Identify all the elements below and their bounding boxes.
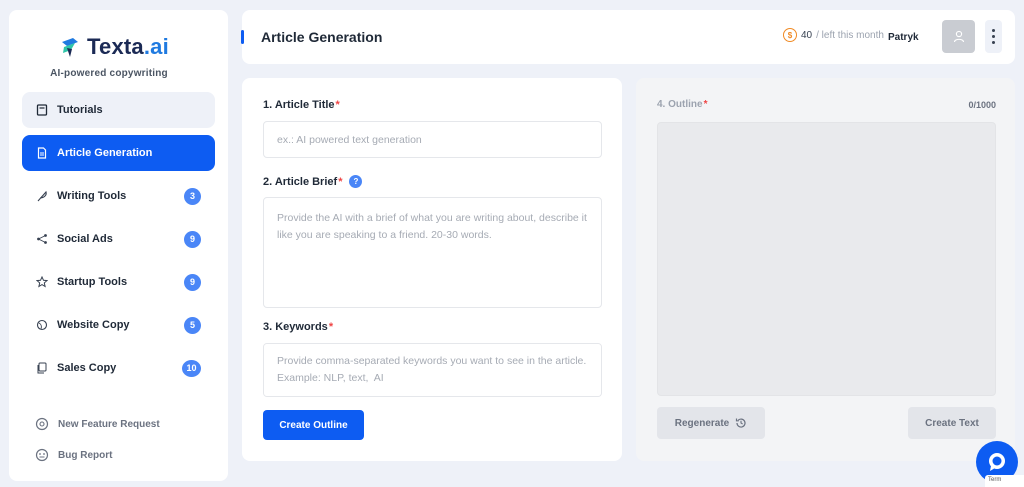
share-icon — [36, 233, 48, 245]
sidebar-item-label: Writing Tools — [57, 190, 127, 202]
sidebar-item-label: Article Generation — [57, 147, 153, 159]
credits-count: 40 — [801, 29, 813, 41]
outline-label: 4. Outline* — [657, 99, 708, 110]
lightbulb-icon — [35, 417, 49, 431]
article-form: 1. Article Title* 2. Article Brief* ? 3.… — [242, 78, 622, 461]
bug-report-label: Bug Report — [58, 449, 113, 461]
sidebar: Texta.ai AI-powered copywriting Tutorial… — [9, 10, 228, 481]
sidebar-item-label: Website Copy — [57, 319, 130, 331]
new-feature-request-link[interactable]: New Feature Request — [35, 417, 160, 431]
top-header: Article Generation $ 40 / left this mont… — [241, 10, 1015, 64]
chat-bubble-icon — [989, 453, 1005, 471]
feather-icon — [36, 190, 48, 202]
sidebar-item-sales-copy[interactable]: Sales Copy 10 — [22, 350, 215, 386]
create-outline-button[interactable]: Create Outline — [263, 410, 364, 440]
sidebar-nav: Tutorials Article Generation Writing Too… — [22, 92, 215, 393]
article-brief-label: 2. Article Brief * ? — [263, 175, 363, 188]
more-options-icon[interactable] — [985, 20, 1002, 53]
count-badge: 10 — [182, 359, 201, 377]
tagline: AI-powered copywriting — [50, 68, 168, 79]
terms-link[interactable]: Term — [985, 475, 1024, 487]
sidebar-item-social-ads[interactable]: Social Ads 9 — [22, 221, 215, 257]
outline-panel: 4. Outline* 0/1000 Regenerate Create Tex… — [636, 78, 1015, 461]
logo-text: Texta.ai — [87, 34, 169, 59]
count-badge: 9 — [184, 230, 201, 248]
sidebar-item-tutorials[interactable]: Tutorials — [22, 92, 215, 128]
count-badge: 3 — [184, 187, 201, 205]
logo[interactable]: Texta.ai — [59, 34, 169, 60]
article-title-input[interactable] — [263, 121, 602, 158]
user-icon — [953, 30, 964, 43]
regenerate-button[interactable]: Regenerate — [657, 407, 765, 439]
keywords-label: 3. Keywords * — [263, 321, 334, 333]
texta-logo-icon — [59, 36, 81, 58]
sidebar-item-label: Social Ads — [57, 233, 113, 245]
credits-text: / left this month — [816, 29, 884, 41]
keywords-textarea[interactable] — [263, 343, 602, 397]
sidebar-item-label: Sales Copy — [57, 362, 117, 374]
article-brief-textarea[interactable] — [263, 197, 602, 308]
book-icon — [36, 104, 48, 116]
avatar[interactable] — [942, 20, 975, 53]
globe-icon — [36, 319, 48, 331]
bug-report-link[interactable]: Bug Report — [35, 448, 112, 462]
sidebar-item-article-generation[interactable]: Article Generation — [22, 135, 215, 171]
sidebar-item-startup-tools[interactable]: Startup Tools 9 — [22, 264, 215, 300]
sidebar-item-label: Tutorials — [57, 104, 103, 116]
outline-textarea[interactable] — [657, 122, 996, 396]
count-badge: 9 — [184, 273, 201, 291]
regenerate-label: Regenerate — [674, 417, 730, 429]
sidebar-item-writing-tools[interactable]: Writing Tools 3 — [22, 178, 215, 214]
create-text-button[interactable]: Create Text — [908, 407, 996, 439]
bug-icon — [35, 448, 49, 462]
copy-icon — [36, 362, 48, 374]
sidebar-item-label: Startup Tools — [57, 276, 128, 288]
feature-request-label: New Feature Request — [58, 418, 160, 430]
help-icon[interactable]: ? — [349, 175, 363, 188]
dollar-coin-icon: $ — [783, 28, 797, 42]
credits-indicator: $ 40 / left this month — [783, 28, 884, 42]
star-icon — [36, 276, 48, 288]
user-name: Patryk — [888, 32, 919, 43]
count-badge: 5 — [184, 316, 201, 334]
document-icon — [36, 147, 48, 159]
character-counter: 0/1000 — [968, 100, 996, 110]
history-icon — [736, 418, 746, 428]
sidebar-item-website-copy[interactable]: Website Copy 5 — [22, 307, 215, 343]
title-accent-bar — [241, 30, 244, 44]
page-title: Article Generation — [261, 29, 383, 45]
article-title-label: 1. Article Title * — [263, 99, 340, 111]
